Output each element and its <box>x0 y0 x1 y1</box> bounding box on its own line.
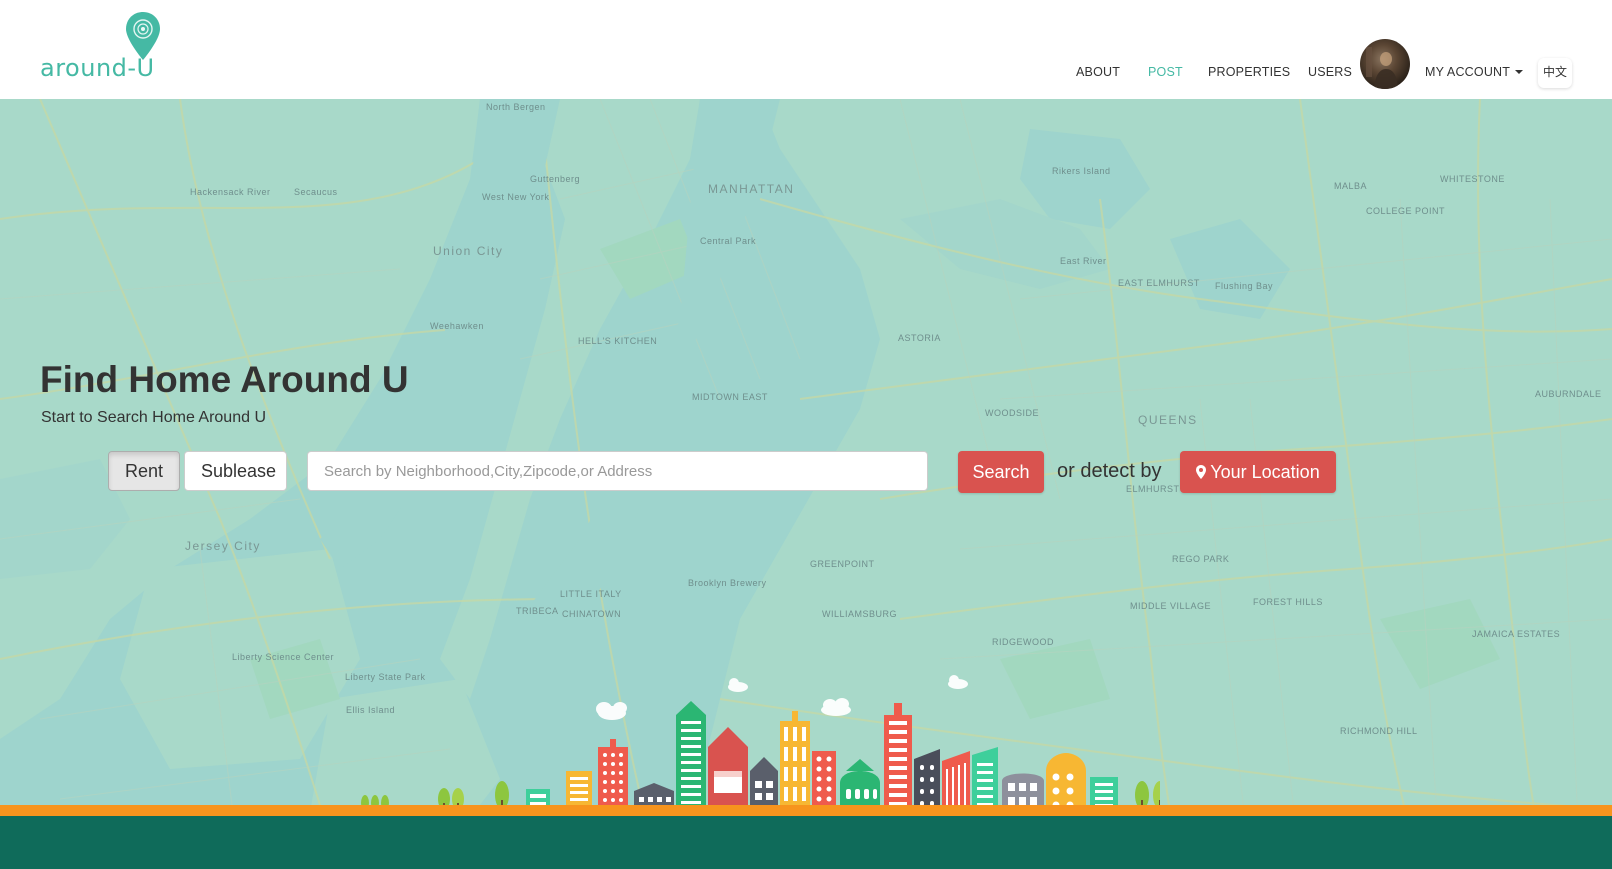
map-label: CHINATOWN <box>562 609 622 619</box>
map-label: West New York <box>482 192 550 202</box>
map-label: RIDGEWOOD <box>992 637 1054 647</box>
map-label: Central Park <box>700 236 757 246</box>
nav-my-account[interactable]: MY ACCOUNT <box>1425 65 1524 79</box>
map-label: MANHATTAN <box>708 182 795 196</box>
my-account-label: MY ACCOUNT <box>1425 65 1511 79</box>
rent-toggle-button[interactable]: Rent <box>108 451 180 491</box>
footer-band <box>0 816 1612 869</box>
map-label: ELMHURST <box>1126 484 1180 494</box>
hero-title: Find Home Around U <box>40 359 409 400</box>
nav-post[interactable]: POST <box>1148 65 1183 79</box>
caret-down-icon <box>1515 69 1524 74</box>
map-label: Flushing Bay <box>1215 281 1274 291</box>
map-label: Secaucus <box>294 187 338 197</box>
map-label: REGO PARK <box>1172 554 1230 564</box>
hero-map: North Bergen MANHATTAN Union City Secauc… <box>0 99 1612 869</box>
map-label: Jersey City <box>185 539 261 553</box>
map-label: GREENPOINT <box>810 559 875 569</box>
map-label: WHITESTONE <box>1440 174 1505 184</box>
city-skyline-illustration <box>361 675 1160 815</box>
map-label: Union City <box>433 244 504 258</box>
nav-about[interactable]: ABOUT <box>1076 65 1120 79</box>
map-label: Liberty Science Center <box>232 652 335 662</box>
language-toggle[interactable]: 中文 <box>1538 58 1572 88</box>
map-label: COLLEGE POINT <box>1366 206 1446 216</box>
search-input[interactable] <box>307 451 928 491</box>
map-label: Guttenberg <box>530 174 581 184</box>
map-label: MALBA <box>1334 181 1368 191</box>
hero-subtitle: Start to Search Home Around U <box>41 409 266 426</box>
map-label: Rikers Island <box>1052 166 1111 176</box>
map-label: RICHMOND HILL <box>1340 726 1418 736</box>
nav-properties[interactable]: PROPERTIES <box>1208 65 1290 79</box>
map-label: Brooklyn Brewery <box>688 578 767 588</box>
map-label: LITTLE ITALY <box>560 589 622 599</box>
nav-users[interactable]: USERS <box>1308 65 1352 79</box>
map-label: QUEENS <box>1138 413 1198 427</box>
map-label: ASTORIA <box>898 333 941 343</box>
map-marker-icon <box>1196 465 1207 479</box>
detect-label: or detect by <box>1057 460 1162 482</box>
search-button[interactable]: Search <box>958 451 1044 493</box>
ground-strip <box>0 805 1612 816</box>
sublease-toggle-button[interactable]: Sublease <box>184 451 287 491</box>
avatar-photo <box>1366 47 1398 89</box>
map-label: FOREST HILLS <box>1253 597 1323 607</box>
map-label: HELL'S KITCHEN <box>578 336 658 346</box>
your-location-label: Your Location <box>1210 462 1320 482</box>
map-label: EAST ELMHURST <box>1118 278 1200 288</box>
map-label: East River <box>1060 256 1107 266</box>
map-label: JAMAICA ESTATES <box>1472 629 1561 639</box>
user-avatar[interactable] <box>1360 39 1410 89</box>
map-label: Weehawken <box>430 321 484 331</box>
navbar: around-U ABOUT POST PROPERTIES USERS MY … <box>0 0 1612 99</box>
map-label: WILLIAMSBURG <box>822 609 898 619</box>
map-label: MIDDLE VILLAGE <box>1130 601 1212 611</box>
map-label: Hackensack River <box>190 187 271 197</box>
map-label: TRIBECA <box>516 606 559 616</box>
map-label: MIDTOWN EAST <box>692 392 768 402</box>
map-label: WOODSIDE <box>985 408 1040 418</box>
map-label: AUBURNDALE <box>1535 389 1602 399</box>
map-label: North Bergen <box>486 102 546 112</box>
your-location-button[interactable]: Your Location <box>1180 451 1336 493</box>
main-nav: ABOUT POST PROPERTIES USERS MY ACCOUNT 中… <box>0 0 1612 99</box>
